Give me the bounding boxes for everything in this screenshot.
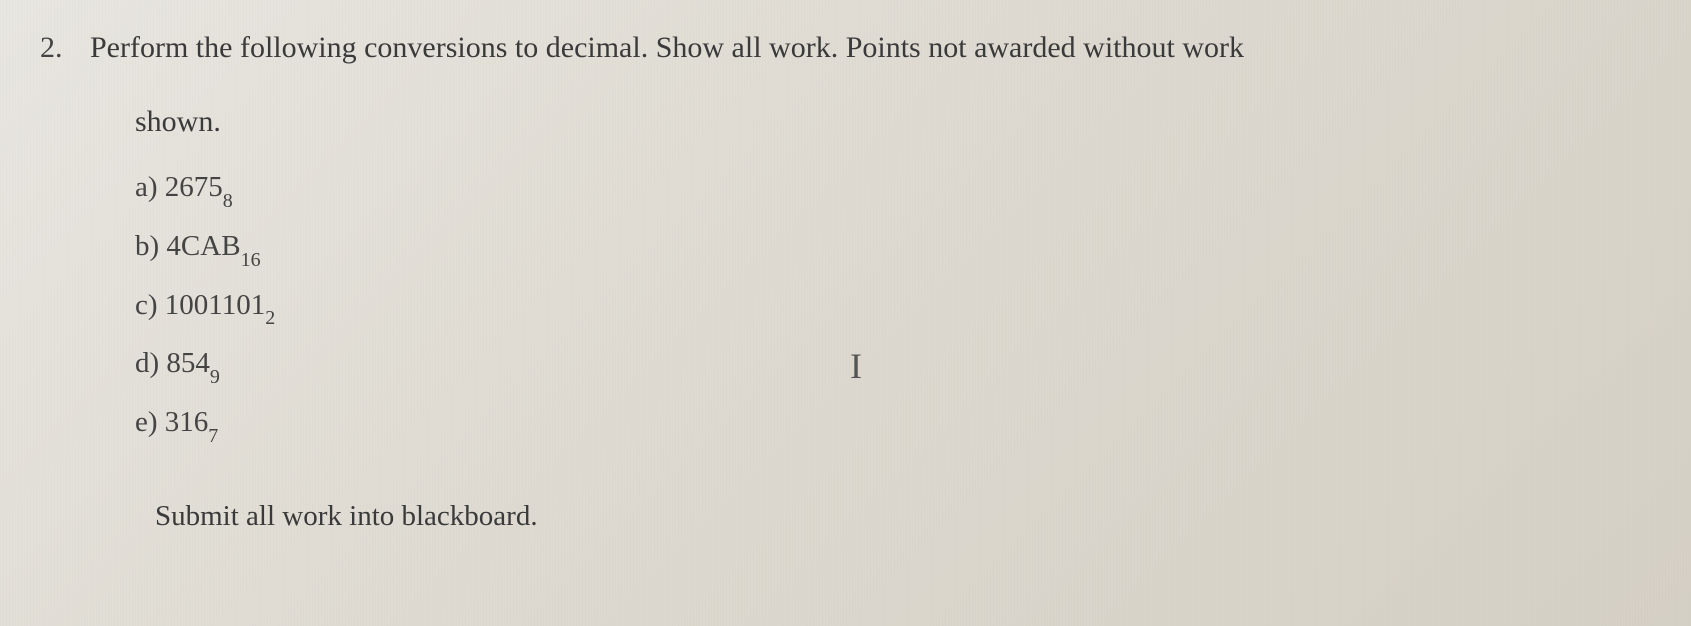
item-d: d) 8549	[135, 345, 1651, 386]
footer-instruction: Submit all work into blackboard.	[155, 500, 1651, 533]
item-base: 16	[241, 249, 261, 271]
question-number: 2.	[40, 31, 90, 65]
item-value: 2675	[165, 171, 223, 203]
question-header: 2. Perform the following conversions to …	[40, 25, 1651, 70]
document-content: 2. Perform the following conversions to …	[0, 0, 1691, 573]
item-value: 854	[166, 347, 210, 379]
question-text-line1: Perform the following conversions to dec…	[90, 25, 1244, 70]
question-text-line2: shown.	[135, 105, 1651, 139]
item-label: b)	[135, 230, 159, 262]
item-label: e)	[135, 406, 158, 438]
item-value: 316	[165, 406, 209, 438]
item-label: d)	[135, 347, 159, 379]
item-base: 9	[210, 366, 220, 388]
item-b: b) 4CAB16	[135, 228, 1651, 269]
text-cursor-icon: I	[850, 345, 862, 387]
item-e: e) 3167	[135, 404, 1651, 445]
item-value: 1001101	[165, 289, 265, 321]
item-label: a)	[135, 171, 158, 203]
item-label: c)	[135, 289, 158, 321]
item-base: 2	[265, 307, 275, 329]
item-base: 7	[208, 425, 218, 447]
item-value: 4CAB	[166, 230, 240, 262]
item-list: a) 26758 b) 4CAB16 c) 10011012 d) 8549 e…	[135, 169, 1651, 445]
item-c: c) 10011012	[135, 287, 1651, 328]
item-base: 8	[223, 190, 233, 212]
item-a: a) 26758	[135, 169, 1651, 210]
